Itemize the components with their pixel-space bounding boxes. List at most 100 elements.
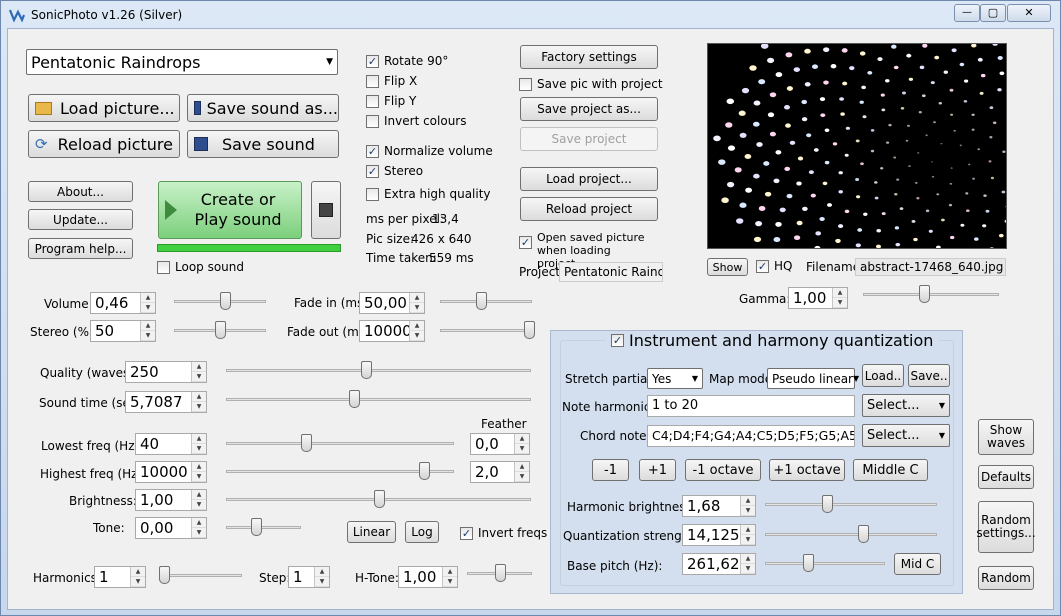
about-button[interactable]: About... — [28, 181, 133, 202]
spin-arrows[interactable]: ▲ ▼ — [740, 554, 755, 574]
defaults-button[interactable]: Defaults — [978, 465, 1034, 489]
rotate-90-checkbox[interactable]: ✓ Rotate 90° — [366, 54, 448, 68]
slider-thumb[interactable] — [219, 292, 231, 310]
slider-thumb[interactable] — [803, 554, 815, 572]
spin-arrows[interactable]: ▲ ▼ — [140, 321, 155, 341]
quality-spinner[interactable]: 250 ▲ ▼ — [125, 361, 207, 383]
flip-x-checkbox[interactable]: Flip X — [366, 74, 417, 88]
flip-y-checkbox[interactable]: Flip Y — [366, 94, 416, 108]
lowest-feather-spinner[interactable]: 0,0 ▲ ▼ — [470, 433, 530, 455]
quant-save-button[interactable]: Save.. — [908, 364, 950, 387]
fade-in-slider[interactable] — [440, 291, 532, 311]
sound-time-spinner[interactable]: 5,7087 ▲ ▼ — [125, 391, 207, 413]
spin-arrows[interactable]: ▲ ▼ — [514, 462, 529, 482]
reload-project-button[interactable]: Reload project — [520, 197, 658, 221]
quality-slider[interactable] — [226, 360, 531, 380]
show-waves-button[interactable]: Show waves — [978, 419, 1034, 455]
sound-time-slider[interactable] — [226, 389, 531, 409]
slider-thumb[interactable] — [361, 361, 373, 379]
minus-octave-button[interactable]: -1 octave — [685, 459, 761, 481]
tone-slider[interactable] — [226, 517, 301, 537]
picture-preview[interactable] — [707, 43, 1007, 249]
spin-arrows[interactable]: ▲ ▼ — [191, 518, 206, 538]
save-sound-as-button[interactable]: Save sound as... — [187, 94, 339, 122]
slider-thumb[interactable] — [476, 292, 488, 310]
slider-thumb[interactable] — [215, 321, 226, 339]
step-spinner[interactable]: 1 ▲ ▼ — [288, 566, 330, 588]
minus-one-button[interactable]: -1 — [592, 459, 629, 481]
minimize-button[interactable]: — — [954, 4, 980, 22]
spin-arrows[interactable]: ▲ ▼ — [191, 362, 206, 382]
middle-c-button[interactable]: Middle C — [853, 459, 928, 481]
program-help-button[interactable]: Program help... — [28, 238, 133, 259]
slider-thumb[interactable] — [300, 434, 312, 452]
harmonics-slider[interactable] — [159, 565, 242, 585]
base-pitch-slider[interactable] — [765, 553, 885, 573]
volume-slider[interactable] — [174, 291, 266, 311]
load-picture-button[interactable]: Load picture... — [28, 94, 180, 122]
factory-settings-button[interactable]: Factory settings — [520, 45, 658, 69]
hq-checkbox[interactable]: ✓ HQ — [756, 259, 792, 273]
highest-freq-spinner[interactable]: 10000 ▲ ▼ — [135, 461, 207, 483]
quantization-strength-slider[interactable] — [765, 524, 937, 544]
save-project-button[interactable]: Save project — [520, 127, 658, 151]
close-button[interactable]: ✕ — [1007, 4, 1051, 22]
save-sound-button[interactable]: Save sound — [187, 130, 339, 158]
spin-arrows[interactable]: ▲ ▼ — [832, 288, 847, 308]
spin-arrows[interactable]: ▲ ▼ — [191, 462, 206, 482]
slider-thumb[interactable] — [494, 564, 506, 582]
random-button[interactable]: Random — [978, 566, 1034, 590]
extra-high-quality-checkbox[interactable]: Extra high quality — [366, 187, 491, 201]
load-project-button[interactable]: Load project... — [520, 167, 658, 191]
plus-octave-button[interactable]: +1 octave — [769, 459, 845, 481]
update-button[interactable]: Update... — [28, 209, 133, 230]
note-harmonics-field[interactable]: 1 to 20 — [647, 395, 855, 417]
htone-spinner[interactable]: 1,00 ▲ ▼ — [398, 566, 458, 588]
tone-spinner[interactable]: 0,00 ▲ ▼ — [135, 517, 207, 539]
fade-in-spinner[interactable]: 50,00 ▲ ▼ — [359, 292, 425, 314]
lowest-freq-spinner[interactable]: 40 ▲ ▼ — [135, 433, 207, 455]
spin-arrows[interactable]: ▲ ▼ — [191, 392, 206, 412]
maximize-button[interactable]: ▢ — [980, 4, 1006, 22]
spin-arrows[interactable]: ▲ ▼ — [409, 293, 424, 313]
slider-thumb[interactable] — [349, 390, 361, 408]
spin-arrows[interactable]: ▲ ▼ — [740, 525, 755, 545]
chord-notes-field[interactable]: C4;D4;F4;G4;A4;C5;D5;F5;G5;A5;C — [647, 425, 855, 447]
stereo-spinner[interactable]: 50 ▲ ▼ — [90, 320, 156, 342]
linear-button[interactable]: Linear — [347, 521, 396, 543]
gamma-slider[interactable] — [863, 284, 999, 304]
highest-freq-slider[interactable] — [226, 461, 454, 481]
spin-arrows[interactable]: ▲ ▼ — [514, 434, 529, 454]
quant-load-button[interactable]: Load.. — [862, 364, 904, 387]
harmonics-spinner[interactable]: 1 ▲ ▼ — [94, 566, 146, 588]
invert-freqs-checkbox[interactable]: ✓ Invert freqs — [460, 526, 547, 540]
spin-arrows[interactable]: ▲ ▼ — [140, 293, 155, 313]
base-pitch-spinner[interactable]: 261,626▲▼ — [682, 553, 756, 575]
random-settings-button[interactable]: Random settings... — [976, 501, 1036, 553]
map-mode-dropdown[interactable]: Pseudo linear ▼ — [767, 368, 859, 389]
slider-thumb[interactable] — [373, 490, 385, 508]
log-button[interactable]: Log — [405, 521, 439, 543]
stop-button[interactable] — [311, 181, 341, 239]
create-play-button[interactable]: Create or Play sound — [158, 181, 302, 239]
spin-arrows[interactable]: ▲ ▼ — [191, 434, 206, 454]
spin-arrows[interactable]: ▲ ▼ — [442, 567, 457, 587]
slider-thumb[interactable] — [524, 321, 536, 339]
mid-c-button[interactable]: Mid C — [894, 553, 941, 575]
lowest-freq-slider[interactable] — [226, 433, 454, 453]
quantization-strength-spinner[interactable]: 14,125 ▲ ▼ — [682, 524, 756, 546]
gamma-spinner[interactable]: 1,00 ▲ ▼ — [788, 287, 848, 309]
slider-thumb[interactable] — [251, 518, 262, 536]
invert-colours-checkbox[interactable]: Invert colours — [366, 114, 467, 128]
stretch-partials-dropdown[interactable]: Yes ▼ — [647, 368, 703, 389]
spin-arrows[interactable]: ▲ ▼ — [314, 567, 329, 587]
spin-arrows[interactable]: ▲ ▼ — [130, 567, 145, 587]
show-button[interactable]: Show — [707, 258, 748, 276]
chord-notes-select[interactable]: Select... ▼ — [862, 424, 950, 447]
stereo-checkbox[interactable]: ✓ Stereo — [366, 164, 423, 178]
spin-arrows[interactable]: ▲ ▼ — [409, 321, 424, 341]
note-harmonics-select[interactable]: Select... ▼ — [862, 394, 950, 417]
preset-dropdown[interactable]: Pentatonic Raindrops ▼ — [26, 49, 338, 75]
brightness-spinner[interactable]: 1,00 ▲ ▼ — [135, 489, 207, 511]
save-pic-with-project-checkbox[interactable]: Save pic with project — [519, 77, 663, 91]
